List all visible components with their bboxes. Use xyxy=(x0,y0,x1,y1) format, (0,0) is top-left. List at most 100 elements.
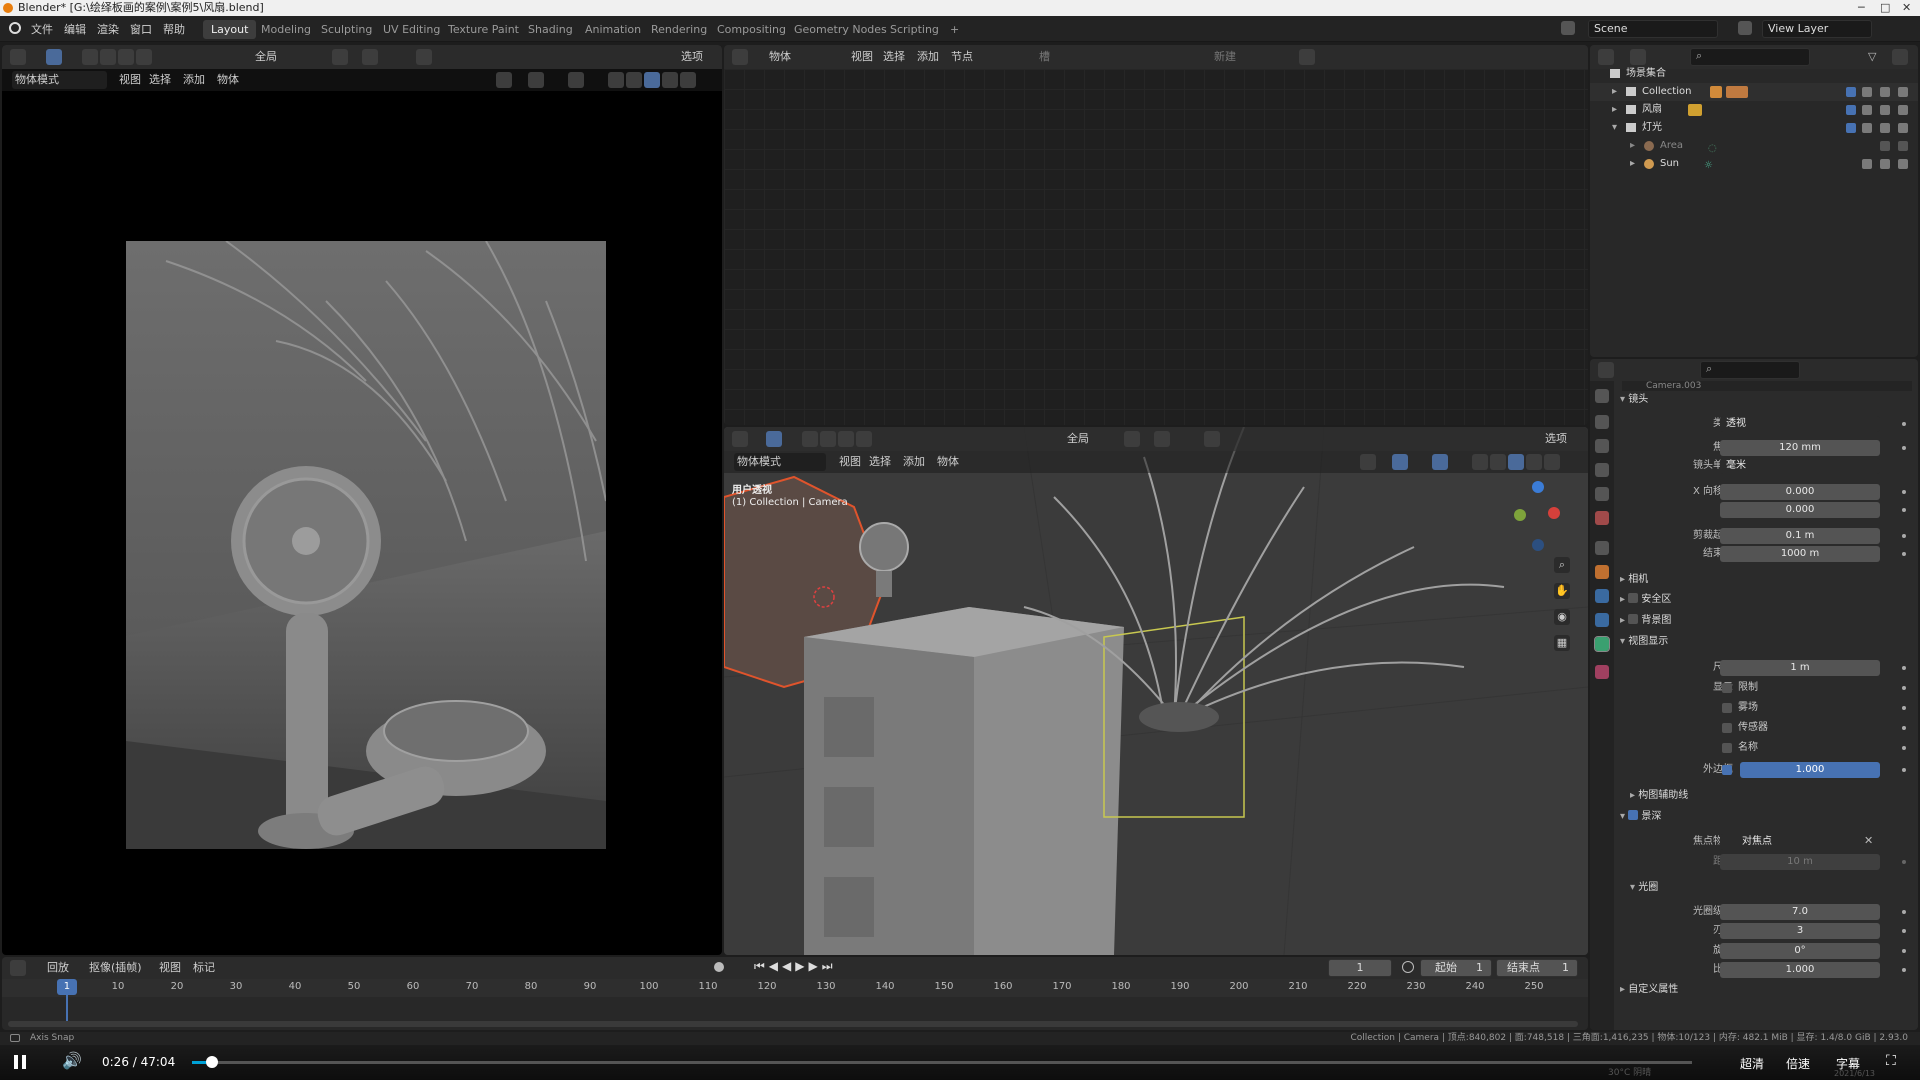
playhead[interactable]: 1 xyxy=(56,979,77,995)
options-dropdown[interactable]: 选项 xyxy=(678,48,706,66)
scene-selector[interactable]: Scene xyxy=(1588,20,1718,38)
overlay-icon[interactable] xyxy=(568,72,584,88)
overlay-icon[interactable] xyxy=(1432,454,1448,470)
left-viewport[interactable]: 全局 选项 物体模式 视图 选择 添加 物体 xyxy=(2,45,722,955)
viewport-disable-icon[interactable] xyxy=(1880,159,1890,169)
shading-rendered-icon[interactable] xyxy=(1544,454,1560,470)
ratio-field[interactable]: 1.000 xyxy=(1720,962,1880,978)
display-size-field[interactable]: 1 m xyxy=(1720,660,1880,676)
playback-controls[interactable]: ⏮◀◀▶▶⏭ xyxy=(754,959,837,974)
select-mode-new-icon[interactable] xyxy=(82,49,98,65)
section-aperture[interactable]: ▾ 光圈 xyxy=(1616,879,1918,897)
shading-solid-icon[interactable] xyxy=(644,72,660,88)
exclude-checkbox[interactable] xyxy=(1846,87,1856,97)
end-frame-field[interactable]: 结束点 1 xyxy=(1496,959,1578,977)
shader-editor[interactable]: 物体 视图 选择 添加 节点 槽 新建 xyxy=(724,45,1588,425)
tab-scripting[interactable]: Scripting xyxy=(882,20,947,39)
xray-icon[interactable] xyxy=(1472,454,1488,470)
quality-button[interactable]: 超清 xyxy=(1740,1055,1764,1072)
eye-icon[interactable] xyxy=(1862,87,1872,97)
pivot-dropdown[interactable]: 全局 xyxy=(1064,430,1092,448)
tab-animation[interactable]: Animation xyxy=(577,20,649,39)
object-name-field[interactable]: Camera.003 xyxy=(1622,381,1912,391)
focal-length-field[interactable]: 120 mm xyxy=(1720,440,1880,456)
properties-search-input[interactable] xyxy=(1700,361,1800,379)
editor-type-icon[interactable] xyxy=(1598,362,1614,378)
proportional-edit-icon[interactable] xyxy=(416,49,432,65)
focus-object-field[interactable]: 对焦点 xyxy=(1720,834,1880,850)
menu-select[interactable]: 选择 xyxy=(866,453,894,471)
shading-material-icon[interactable] xyxy=(662,72,678,88)
pin-icon[interactable] xyxy=(1299,49,1315,65)
shading-rendered-icon[interactable] xyxy=(680,72,696,88)
outliner-item-fan[interactable]: ▸ 风扇 xyxy=(1590,101,1918,119)
tool-tab-icon[interactable] xyxy=(1595,389,1609,403)
tab-layout[interactable]: Layout xyxy=(203,20,257,39)
menu-view[interactable]: 视图 xyxy=(156,959,184,977)
passepartout-alpha-slider[interactable]: 1.000 xyxy=(1740,762,1880,778)
select-mode-new-icon[interactable] xyxy=(802,431,818,447)
scene-icon[interactable] xyxy=(1561,21,1575,35)
playback-menu[interactable]: 回放 xyxy=(44,959,72,977)
video-progress-knob[interactable] xyxy=(205,1056,218,1068)
tab-shading[interactable]: Shading xyxy=(520,20,581,39)
volume-icon[interactable]: 🔊 xyxy=(62,1051,82,1070)
outliner-item-lights[interactable]: ▾ 灯光 xyxy=(1590,119,1918,137)
passepartout-checkbox[interactable] xyxy=(1722,765,1732,775)
current-frame-field[interactable]: 1 xyxy=(1328,959,1392,977)
new-material-button[interactable]: 新建 xyxy=(1180,48,1270,66)
display-mode-icon[interactable] xyxy=(1630,49,1646,65)
proportional-edit-icon[interactable] xyxy=(1204,431,1220,447)
editor-type-icon[interactable] xyxy=(732,431,748,447)
camera-view-icon[interactable]: ◉ xyxy=(1554,609,1570,625)
menu-add[interactable]: 添加 xyxy=(914,48,942,66)
tab-modeling[interactable]: Modeling xyxy=(253,20,319,39)
start-frame-field[interactable]: 起始 1 xyxy=(1420,959,1492,977)
object-tab-icon[interactable] xyxy=(1595,565,1609,579)
timeline[interactable]: 回放 抠像(插帧) 视图 标记 ⏮◀◀▶▶⏭ 1 起始 1 结束点 1 10 20 30… xyxy=(2,957,1588,1030)
close-icon[interactable]: ✕ xyxy=(1902,0,1911,16)
visibility-icon[interactable] xyxy=(496,72,512,88)
speed-button[interactable]: 倍速 xyxy=(1786,1055,1810,1072)
eye-icon[interactable] xyxy=(1862,105,1872,115)
outliner-search-input[interactable] xyxy=(1690,48,1810,66)
node-canvas[interactable] xyxy=(724,69,1588,425)
properties-editor[interactable]: ⌕ Camera.003 ▾ 镜头 类型透视 焦距120 mm 镜头单位毫米 X… xyxy=(1590,359,1918,1030)
ortho-grid-icon[interactable]: ▦ xyxy=(1554,635,1570,651)
constraints-tab-icon[interactable] xyxy=(1595,613,1609,627)
section-camera[interactable]: ▸ 相机 xyxy=(1616,571,1918,589)
menu-node[interactable]: 节点 xyxy=(948,48,976,66)
gizmo-icon[interactable] xyxy=(1392,454,1408,470)
options-dropdown[interactable]: 选项 xyxy=(1542,430,1570,448)
minimize-icon[interactable]: ─ xyxy=(1858,0,1865,16)
tab-geometry-nodes[interactable]: Geometry Nodes xyxy=(786,20,895,39)
eye-icon[interactable] xyxy=(1862,159,1872,169)
show-name-checkbox[interactable] xyxy=(1722,743,1732,753)
section-background-images[interactable]: ▸ 背景图 xyxy=(1616,612,1918,630)
section-viewport-display[interactable]: ▾ 视图显示 xyxy=(1616,633,1918,651)
select-tool-icon[interactable] xyxy=(766,431,782,447)
shading-material-icon[interactable] xyxy=(1526,454,1542,470)
menu-help[interactable]: 帮助 xyxy=(163,21,185,37)
outliner-item-collection[interactable]: ▸ Collection xyxy=(1590,83,1918,101)
tab-uv-editing[interactable]: UV Editing xyxy=(375,20,448,39)
shader-type-dropdown[interactable]: 物体 xyxy=(766,48,794,66)
select-mode-invert-icon[interactable] xyxy=(136,49,152,65)
timeline-scrollbar[interactable] xyxy=(8,1021,1578,1027)
expand-arrow-icon[interactable]: ▸ xyxy=(1630,155,1635,173)
exclude-checkbox[interactable] xyxy=(1846,123,1856,133)
editor-type-icon[interactable] xyxy=(10,960,26,976)
menu-file[interactable]: 文件 xyxy=(31,21,53,37)
video-progress-track[interactable] xyxy=(192,1061,1692,1064)
menu-view[interactable]: 视图 xyxy=(116,71,144,89)
expand-arrow-icon[interactable]: ▸ xyxy=(1630,137,1635,155)
zoom-icon[interactable]: ⌕ xyxy=(1554,557,1570,573)
gizmo-icon[interactable] xyxy=(528,72,544,88)
show-limits-checkbox[interactable] xyxy=(1722,683,1732,693)
tab-sculpting[interactable]: Sculpting xyxy=(313,20,380,39)
editor-type-icon[interactable] xyxy=(10,49,26,65)
outliner-item-area[interactable]: ▸ Area ◌ xyxy=(1590,137,1918,155)
focus-distance-field[interactable]: 10 m xyxy=(1720,854,1880,870)
snap-icon[interactable] xyxy=(1154,431,1170,447)
select-mode-invert-icon[interactable] xyxy=(856,431,872,447)
